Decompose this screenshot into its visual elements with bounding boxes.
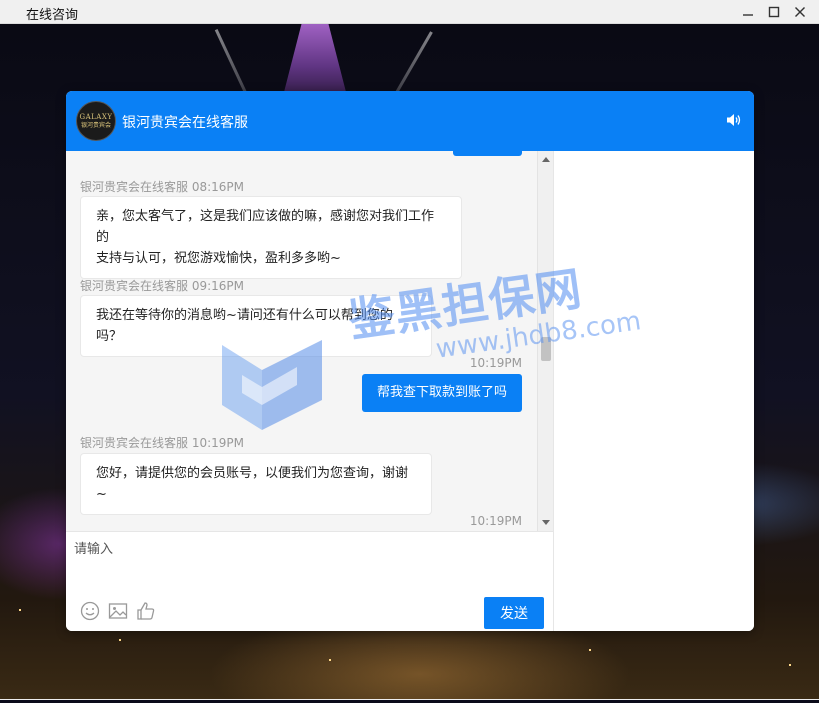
- input-area: 发送: [66, 531, 553, 631]
- message-list[interactable]: 银河贵宾会在线客服 08:16PM 亲，您太客气了，这是我们应该做的嘛，感谢您对…: [66, 151, 553, 531]
- message-scrollbar[interactable]: [537, 151, 553, 531]
- window-controls: [735, 0, 813, 24]
- tower-silhouette: [283, 24, 347, 94]
- agent-message-bubble: 您好，请提供您的会员账号，以便我们为您查询，谢谢~: [80, 453, 432, 515]
- avatar-sub: 银河贵宾会: [80, 121, 111, 129]
- previous-message-stub: [453, 151, 522, 156]
- maximize-icon: [768, 6, 780, 18]
- window-title: 在线咨询: [26, 8, 79, 23]
- message-meta: 银河贵宾会在线客服 08:16PM: [80, 180, 244, 194]
- send-button[interactable]: 发送: [484, 597, 544, 629]
- scroll-up-icon[interactable]: [542, 157, 550, 162]
- agent-message-bubble: 我还在等待你的消息哟~请问还有什么可以帮到您的吗？: [80, 295, 432, 357]
- chat-panel: GALAXY 银河贵宾会 银河贵宾会在线客服 银河贵宾会在线客服 08:16PM…: [66, 91, 754, 631]
- message-input[interactable]: [74, 538, 544, 586]
- agent-message-bubble: 亲，您太客气了，这是我们应该做的嘛，感谢您对我们工作的 支持与认可，祝您游戏愉快…: [80, 196, 462, 279]
- avatar: GALAXY 银河贵宾会: [76, 101, 116, 141]
- input-toolbar: [80, 601, 156, 621]
- minimize-icon: [743, 14, 753, 16]
- speaker-icon: [727, 114, 741, 126]
- message-meta: 银河贵宾会在线客服 10:19PM: [80, 436, 244, 450]
- image-button[interactable]: [108, 601, 128, 621]
- message-line: 我还在等待你的消息哟~请问还有什么可以帮到您的吗？: [96, 308, 393, 344]
- message-line: 亲，您太客气了，这是我们应该做的嘛，感谢您对我们工作的: [96, 209, 435, 245]
- image-icon: [108, 603, 128, 619]
- window-titlebar: 在线咨询: [0, 0, 819, 24]
- emoji-button[interactable]: [80, 601, 100, 621]
- emoji-icon: [80, 601, 100, 621]
- avatar-brand: GALAXY: [79, 112, 113, 121]
- message-time: 10:19PM: [469, 514, 522, 528]
- window-bottom-edge: [0, 699, 819, 700]
- speaker-button[interactable]: [726, 113, 742, 131]
- message-line: 您好，请提供您的会员账号，以便我们为您查询，谢谢~: [96, 466, 409, 502]
- thumbs-up-button[interactable]: [136, 601, 156, 621]
- thumbs-up-icon: [137, 602, 155, 620]
- scroll-down-icon[interactable]: [542, 520, 550, 525]
- chat-title: 银河贵宾会在线客服: [122, 115, 248, 131]
- maximize-button[interactable]: [761, 0, 787, 24]
- message-line: 支持与认可，祝您游戏愉快，盈利多多哟~: [96, 251, 341, 266]
- scroll-thumb[interactable]: [541, 337, 551, 361]
- close-icon: [795, 7, 805, 17]
- user-message-bubble: 帮我查下取款到账了吗: [362, 374, 522, 412]
- close-button[interactable]: [787, 0, 813, 24]
- side-pane: [553, 151, 754, 631]
- message-time: 10:19PM: [469, 356, 522, 370]
- chat-header: GALAXY 银河贵宾会 银河贵宾会在线客服: [66, 91, 754, 151]
- minimize-button[interactable]: [735, 0, 761, 24]
- message-meta: 银河贵宾会在线客服 09:16PM: [80, 279, 244, 293]
